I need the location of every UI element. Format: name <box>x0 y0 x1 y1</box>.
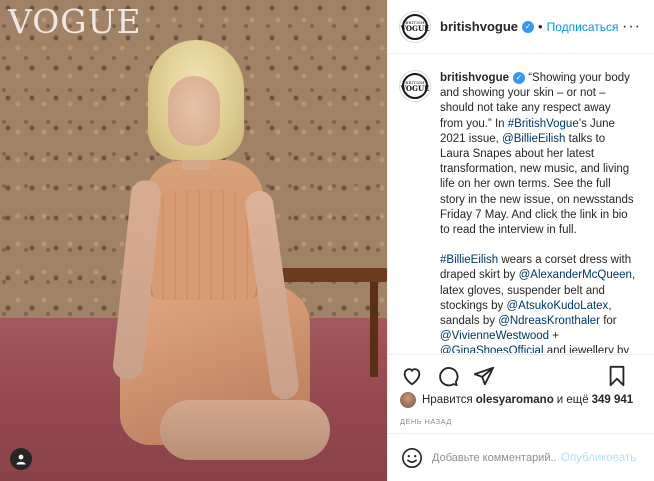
caption-text: britishvogue ✓ “Showing your body and sho… <box>440 71 636 353</box>
bookmark-icon[interactable] <box>605 364 629 388</box>
caption-link[interactable]: @VivienneWestwood <box>440 330 549 342</box>
action-bar <box>388 354 654 396</box>
face-shape <box>168 76 220 146</box>
bench-leg <box>370 282 378 377</box>
leg-shape <box>160 400 330 460</box>
likes-count[interactable]: 349 941 <box>592 394 634 406</box>
caption-scroll-area[interactable]: BRITISH VOGUE britishvogue ✓ “Showing you… <box>388 55 654 353</box>
likes-middle: и ещё <box>556 394 589 406</box>
more-options-icon[interactable]: ··· <box>622 18 641 36</box>
likes-prefix: Нравится <box>422 394 473 406</box>
caption-avatar-line2: VOGUE <box>400 83 430 93</box>
post-header: BRITISH VOGUE britishvogue ✓ • Подписать… <box>388 0 654 54</box>
model-figure <box>100 40 340 470</box>
caption-verified-badge-icon: ✓ <box>513 71 526 84</box>
caption-paragraph-1: britishvogue ✓ “Showing your body and sho… <box>440 71 636 238</box>
liker-username[interactable]: olesyaromano <box>476 394 554 406</box>
liker-avatar[interactable] <box>400 392 416 408</box>
avatar[interactable]: BRITISH VOGUE <box>400 11 430 42</box>
caption-avatar[interactable]: BRITISH VOGUE <box>400 71 430 101</box>
comment-icon[interactable] <box>436 364 460 388</box>
caption-username[interactable]: britishvogue <box>440 72 509 84</box>
user-tag-icon[interactable] <box>10 448 32 470</box>
caption-link[interactable]: @AtsukoKudoLatex <box>506 300 608 312</box>
caption-text-segment: talks to Laura Snapes about her latest t… <box>440 132 634 237</box>
post-image[interactable]: VOGUE <box>0 0 387 481</box>
vogue-logo: VOGUE <box>8 2 142 41</box>
avatar-logo: BRITISH VOGUE <box>401 15 429 38</box>
post-timestamp[interactable]: ДЕНЬ НАЗАД <box>400 417 452 426</box>
corset-shape <box>152 190 256 300</box>
likes-row: Нравится olesyaromano и ещё 349 941 <box>400 392 650 408</box>
caption-link[interactable]: @BillieEilish <box>502 133 565 145</box>
post-panel: BRITISH VOGUE britishvogue ✓ • Подписать… <box>387 0 654 481</box>
publish-button[interactable]: Опубликовать <box>561 452 636 464</box>
smiley-icon[interactable] <box>400 446 424 470</box>
avatar-logo-line2: VOGUE <box>400 24 430 33</box>
caption-link[interactable]: @GinaShoesOfficial <box>440 345 544 353</box>
heart-icon[interactable] <box>400 364 424 388</box>
caption-avatar-logo: BRITISH VOGUE <box>401 75 429 97</box>
caption-text-segment: for <box>600 315 617 328</box>
caption-link[interactable]: @NdreasKronthaler <box>498 315 600 327</box>
caption-text-segment: + <box>549 330 559 343</box>
caption-link[interactable]: @AlexanderMcQueen <box>519 269 632 281</box>
separator-dot: • <box>538 19 543 34</box>
comment-input[interactable] <box>432 451 557 464</box>
follow-button[interactable]: Подписаться <box>547 20 619 34</box>
verified-badge-icon: ✓ <box>522 20 535 33</box>
header-username[interactable]: britishvogue <box>440 19 518 34</box>
share-icon[interactable] <box>472 364 496 388</box>
caption-link[interactable]: #BillieEilish <box>440 254 498 266</box>
caption-text-segment: and jewellery by <box>543 345 630 353</box>
caption-link[interactable]: #BritishVogue <box>508 118 579 130</box>
comment-bar: Опубликовать <box>388 433 654 481</box>
caption-paragraph-2: #BillieEilish wears a corset dress with … <box>440 253 636 353</box>
